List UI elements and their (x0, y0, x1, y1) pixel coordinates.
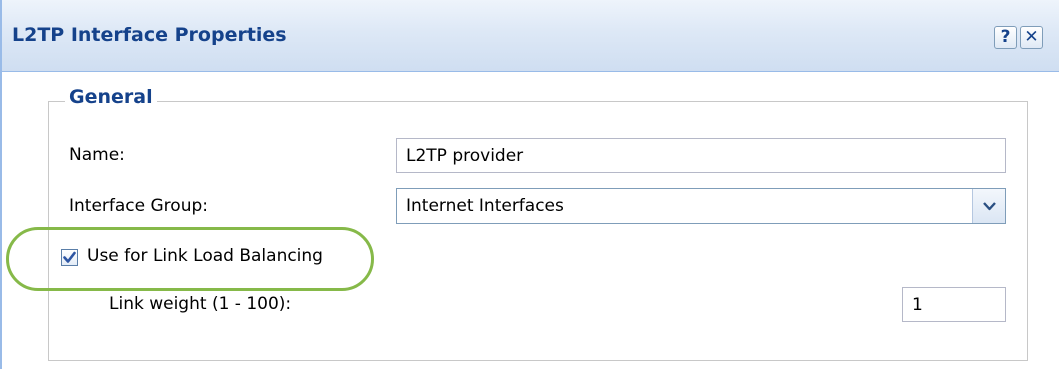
dialog-titlebar[interactable]: L2TP Interface Properties ? ✕ (2, 0, 1059, 72)
general-fieldset: General Name: Interface Group: Internet … (48, 86, 1028, 361)
interface-group-select[interactable]: Internet Interfaces (396, 188, 1006, 224)
interface-group-label: Interface Group: (69, 196, 208, 216)
dialog-body: General Name: Interface Group: Internet … (2, 73, 1059, 369)
checkmark-icon (63, 251, 76, 263)
interface-group-value: Internet Interfaces (406, 196, 564, 216)
link-load-balancing-checkbox[interactable] (61, 249, 78, 266)
link-weight-field[interactable] (902, 287, 1006, 322)
general-legend: General (65, 86, 157, 108)
link-weight-label: Link weight (1 - 100): (109, 294, 292, 314)
close-icon[interactable]: ✕ (1020, 26, 1043, 49)
name-label: Name: (69, 145, 125, 165)
name-field[interactable] (396, 138, 1006, 173)
dialog-title: L2TP Interface Properties (12, 24, 287, 46)
link-load-balancing-label: Use for Link Load Balancing (87, 246, 323, 266)
link-load-balancing-option[interactable]: Use for Link Load Balancing (61, 240, 411, 275)
chevron-down-icon[interactable] (972, 189, 1005, 223)
help-icon[interactable]: ? (994, 26, 1017, 49)
l2tp-properties-dialog: L2TP Interface Properties ? ✕ General Na… (0, 0, 1059, 369)
